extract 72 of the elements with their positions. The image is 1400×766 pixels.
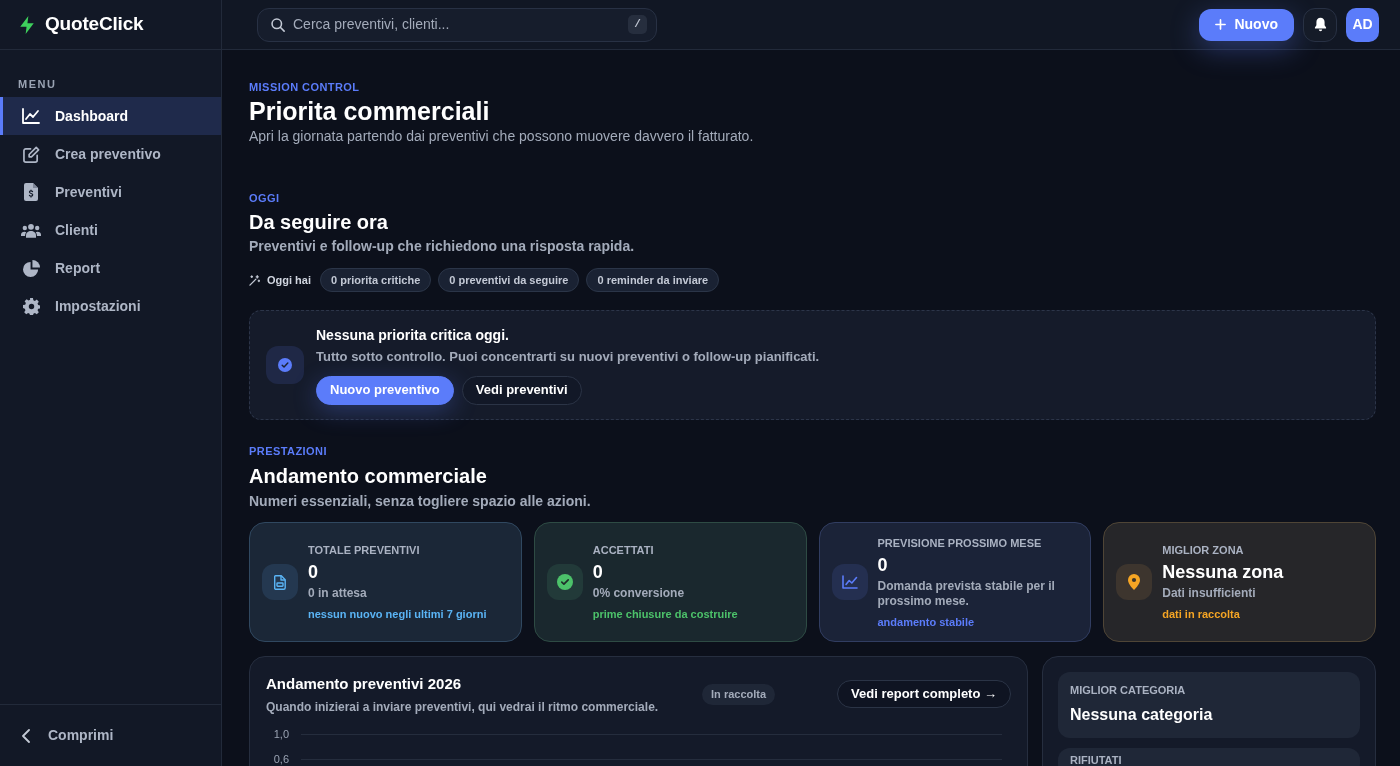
menu-heading: MENU [17, 77, 57, 91]
sidebar-item[interactable]: Report [0, 249, 221, 287]
summary-chip: 0 preventivi da seguire [438, 268, 580, 292]
sidebar-item[interactable]: Impostazioni [0, 287, 221, 325]
chart-subtitle: Quando inizierai a inviare preventivi, qui vedrai il ritmo commerciale. [266, 699, 659, 715]
view-quotes-button[interactable]: Vedi preventivi [461, 375, 582, 405]
search-field[interactable]: Cerca preventivi, clienti... / [257, 7, 657, 42]
dollar-document-icon [24, 183, 38, 201]
section-title: Da seguire ora [249, 210, 388, 235]
stat-label: ACCETTATI [592, 543, 654, 557]
summary-card-label: RIFIUTATI [1070, 754, 1122, 766]
page-subtitle: Apri la giornata partendo dai preventivi che possono muovere davvero il fatturato. [249, 127, 754, 146]
line-chart-icon [831, 564, 868, 600]
section-eyebrow: OGGI [249, 191, 280, 205]
magic-wand-icon [249, 274, 260, 286]
stat-note: prime chiusure da costruire [592, 607, 738, 621]
status-badge: In raccolta [702, 684, 776, 705]
stat-detail: 0 in attesa [308, 586, 367, 601]
summary-chip: 0 reminder da inviare [586, 268, 720, 292]
new-button[interactable]: Nuovo [1199, 8, 1294, 41]
search-icon [271, 17, 285, 32]
section-eyebrow: PRESTAZIONI [249, 444, 327, 458]
stat-value: Nessuna zona [1162, 561, 1284, 583]
axis-label: 1,0 [272, 727, 289, 741]
stat-note: dati in raccolta [1162, 607, 1240, 621]
stat-note: nessun nuovo negli ultimi 7 giorni [308, 607, 487, 621]
stat-value: 0 [877, 553, 888, 576]
stat-value: 0 [592, 561, 603, 583]
sidebar-item[interactable]: Preventivi [0, 173, 221, 211]
sidebar-item[interactable]: Clienti [0, 211, 221, 249]
page-title: Priorita commerciali [249, 96, 490, 126]
user-avatar[interactable]: AD [1346, 7, 1379, 42]
stat-detail: Dati insufficienti [1162, 586, 1256, 601]
stat-label: TOTALE PREVENTIVI [308, 543, 420, 557]
summary-card-label: MIGLIOR CATEGORIA [1070, 684, 1186, 696]
status-title: Nessuna priorita critica oggi. [316, 325, 509, 344]
summary-label: Oggi hai [267, 272, 311, 288]
bell-icon [1313, 17, 1327, 32]
collapse-button[interactable]: Comprimi [22, 725, 114, 746]
section-subtitle: Preventivi e follow-up che richiedono una risposta rapida. [249, 237, 635, 256]
map-pin-icon [1116, 564, 1153, 600]
summary-chip: 0 priorita critiche [320, 268, 432, 292]
status-text: Tutto sotto controllo. Puoi concentrarti su nuovi preventivi o follow-up pianificati. [316, 347, 820, 366]
chevron-left-icon [22, 728, 30, 743]
section-subtitle: Numeri essenziali, senza togliere spazio alle azioni. [249, 492, 591, 511]
sidebar-item[interactable]: Crea preventivo [0, 135, 221, 173]
stat-note: andamento stabile [877, 614, 975, 629]
axis-label: 0,6 [272, 752, 289, 766]
shortcut-key: / [628, 15, 647, 34]
notifications-button[interactable] [1303, 7, 1337, 42]
stat-value: 0 [308, 561, 318, 583]
plus-icon [1215, 19, 1227, 30]
lightning-bolt-icon [20, 15, 34, 34]
section-title: Andamento commerciale [249, 464, 487, 489]
new-quote-button[interactable]: Nuovo preventivo [316, 375, 454, 405]
pie-chart-icon [22, 259, 40, 277]
search-input[interactable]: Cerca preventivi, clienti... [293, 14, 620, 35]
settings-icon [22, 297, 40, 315]
full-report-button[interactable]: Vedi report completo → [837, 680, 1011, 708]
stat-detail: 0% conversione [592, 586, 685, 601]
chart-title: Andamento preventivi 2026 [266, 674, 462, 694]
line-chart-icon [22, 108, 40, 124]
summary-card-value: Nessuna categoria [1070, 705, 1213, 725]
users-icon [21, 222, 41, 238]
section-eyebrow: MISSION CONTROL [249, 80, 360, 94]
stat-detail: Domanda prevista stabile per il prossimo mese. [877, 578, 1056, 609]
stat-label: PREVISIONE PROSSIMO MESE [877, 535, 1042, 550]
app-logo: QuoteClick [45, 12, 144, 37]
edit-icon [22, 145, 40, 163]
stat-label: MIGLIOR ZONA [1162, 543, 1244, 557]
sidebar-item[interactable]: Dashboard [0, 97, 221, 135]
document-icon [262, 564, 298, 600]
